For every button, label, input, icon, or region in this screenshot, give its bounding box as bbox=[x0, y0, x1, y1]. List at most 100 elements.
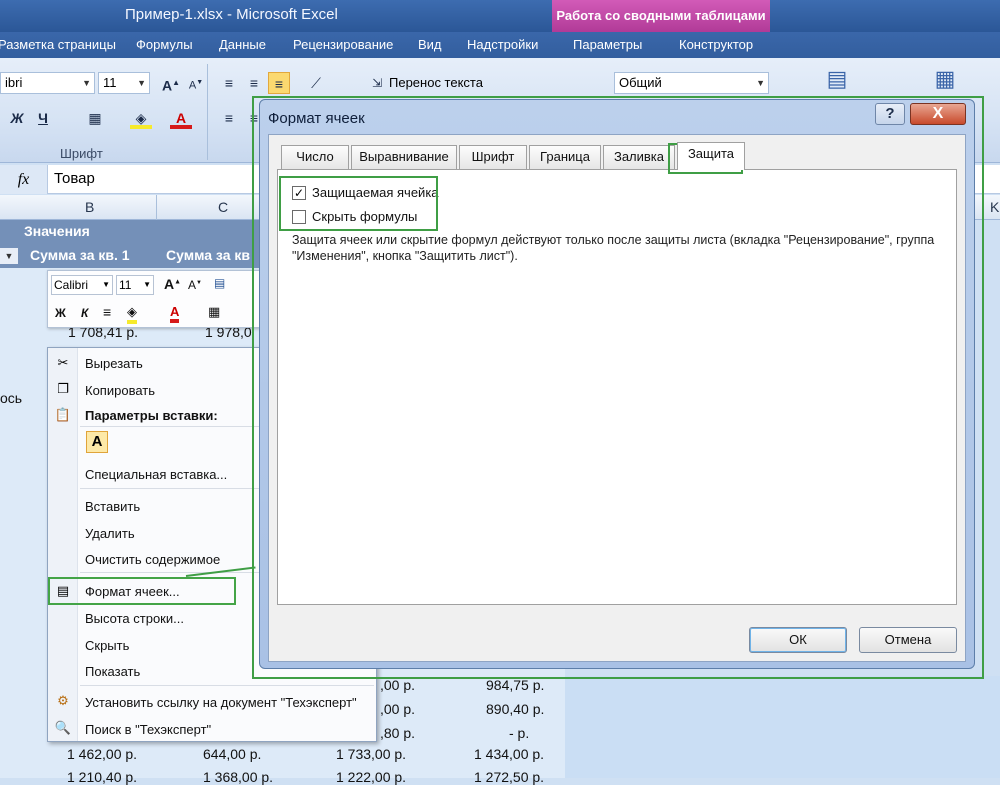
copy-icon: ❐ bbox=[57, 381, 69, 396]
cell[interactable]: ,00 р. bbox=[380, 677, 415, 693]
menu-separator bbox=[80, 685, 374, 686]
tab-design[interactable]: Конструктор bbox=[679, 37, 753, 52]
formula-input[interactable]: Товар bbox=[54, 170, 95, 187]
mini-bold-button[interactable]: Ж bbox=[55, 306, 66, 320]
chevron-down-icon: ▼ bbox=[137, 78, 146, 88]
mini-font-box[interactable]: Calibri ▼ bbox=[51, 275, 113, 295]
wrap-text-icon: ⇲ bbox=[371, 76, 383, 90]
pivot-values-label: Значения bbox=[24, 223, 90, 239]
menu-item-insert[interactable]: Вставить bbox=[85, 499, 140, 514]
pivot-header-columns: ▼ Сумма за кв. 1 Сумма за кв bbox=[0, 244, 270, 268]
cell[interactable]: 1 272,50 р. bbox=[474, 769, 544, 785]
font-name-value: ibri bbox=[5, 75, 23, 90]
grow-font-icon[interactable]: A▲ bbox=[160, 72, 182, 94]
column-header-k[interactable]: K bbox=[990, 199, 999, 215]
fill-color-icon[interactable]: ◈ bbox=[130, 107, 152, 129]
pivot-col-b-label: Сумма за кв. 1 bbox=[30, 247, 130, 263]
menu-item-row-height[interactable]: Высота строки... bbox=[85, 611, 184, 626]
font-size-box[interactable]: 11 ▼ bbox=[98, 72, 150, 94]
cell[interactable]: 1 222,00 р. bbox=[336, 769, 406, 785]
scissors-icon: ✂ bbox=[57, 355, 69, 370]
cell[interactable]: 644,00 р. bbox=[203, 746, 261, 762]
cell[interactable]: 890,40 р. bbox=[486, 701, 544, 717]
cell[interactable]: 1 434,00 р. bbox=[474, 746, 544, 762]
cell-fragment[interactable]: ось bbox=[0, 390, 22, 406]
cell[interactable]: 1 210,40 р. bbox=[67, 769, 137, 785]
pivot-header-values: Значения bbox=[0, 220, 270, 244]
mini-align-center-icon[interactable]: ≡ bbox=[103, 304, 111, 320]
column-header-b[interactable]: B bbox=[85, 199, 94, 215]
cell[interactable]: ,80 р. bbox=[380, 725, 415, 741]
font-group-label: Шрифт bbox=[60, 146, 103, 161]
mini-font-value: Calibri bbox=[54, 278, 89, 292]
tab-view[interactable]: Вид bbox=[418, 37, 442, 52]
number-format-value: Общий bbox=[619, 75, 662, 90]
align-bottom-icon[interactable]: ≡ bbox=[268, 72, 290, 94]
tab-protection[interactable]: Защита bbox=[677, 142, 745, 170]
cell[interactable]: ,00 р. bbox=[380, 701, 415, 717]
ribbon-separator bbox=[207, 64, 208, 160]
format-cells-highlight bbox=[48, 577, 236, 605]
link-icon: ⚙ bbox=[57, 693, 69, 708]
mini-shrink-font-icon[interactable]: A▼ bbox=[188, 278, 202, 292]
number-format-box[interactable]: Общий ▼ bbox=[614, 72, 769, 94]
column-divider bbox=[156, 195, 157, 220]
conditional-format-icon[interactable]: ▤ bbox=[822, 68, 852, 98]
menu-item-delete[interactable]: Удалить bbox=[85, 526, 135, 541]
checkbox-highlight bbox=[279, 176, 438, 231]
mini-borders-icon[interactable]: ▦ bbox=[208, 304, 220, 320]
paste-values-icon[interactable]: A bbox=[86, 431, 108, 453]
cell[interactable]: 984,75 р. bbox=[486, 677, 544, 693]
filter-dropdown-icon[interactable]: ▼ bbox=[0, 248, 18, 264]
tab-addins[interactable]: Надстройки bbox=[467, 37, 538, 52]
wrap-text-button[interactable]: Перенос текста bbox=[389, 75, 483, 90]
ribbon-tabs: Разметка страницы Формулы Данные Рецензи… bbox=[0, 32, 1000, 58]
title-bar: Пример-1.xlsx - Microsoft Excel Работа с… bbox=[0, 0, 1000, 32]
clipboard-icon: 📋 bbox=[54, 407, 72, 422]
font-name-box[interactable]: ibri ▼ bbox=[0, 72, 95, 94]
mini-size-box[interactable]: 11 ▼ bbox=[116, 275, 154, 295]
mini-italic-button[interactable]: К bbox=[81, 306, 88, 320]
mini-font-color-icon[interactable]: A bbox=[170, 304, 180, 323]
chevron-down-icon: ▼ bbox=[756, 78, 765, 88]
cell[interactable]: 1 733,00 р. bbox=[336, 746, 406, 762]
menu-item-set-link[interactable]: Установить ссылку на документ "Техэкспер… bbox=[85, 695, 357, 710]
menu-item-special-paste[interactable]: Специальная вставка... bbox=[85, 467, 227, 482]
mini-format-icon[interactable]: ▤ bbox=[214, 276, 225, 290]
mini-toolbar: Calibri ▼ 11 ▼ A▲ A▼ ▤ Ж К ≡ ◈ A ▦ bbox=[47, 270, 272, 328]
cell[interactable]: 1 368,00 р. bbox=[203, 769, 273, 785]
menu-item-copy[interactable]: Копировать bbox=[85, 383, 155, 398]
column-header-c[interactable]: C bbox=[218, 199, 228, 215]
pivot-context-tab-group: Работа со сводными таблицами bbox=[552, 0, 770, 32]
menu-paste-options-label: Параметры вставки: bbox=[85, 408, 218, 423]
tab-data[interactable]: Данные bbox=[219, 37, 266, 52]
format-table-icon[interactable]: ▦ bbox=[930, 68, 960, 98]
chevron-down-icon: ▼ bbox=[143, 280, 151, 289]
font-size-value: 11 bbox=[103, 75, 117, 90]
align-top-icon[interactable]: ≡ bbox=[218, 72, 240, 94]
menu-item-hide[interactable]: Скрыть bbox=[85, 638, 129, 653]
mini-fill-color-icon[interactable]: ◈ bbox=[127, 304, 137, 324]
orientation-icon[interactable]: ⟋ bbox=[305, 72, 327, 94]
font-color-icon[interactable]: A bbox=[170, 107, 192, 129]
menu-item-cut[interactable]: Вырезать bbox=[85, 356, 143, 371]
grid-area-right bbox=[565, 676, 1000, 778]
fx-icon[interactable]: fx bbox=[0, 165, 48, 194]
menu-item-clear[interactable]: Очистить содержимое bbox=[85, 552, 220, 567]
mini-grow-font-icon[interactable]: A▲ bbox=[164, 276, 181, 292]
underline-button[interactable]: Ч bbox=[32, 107, 54, 129]
tab-review[interactable]: Рецензирование bbox=[293, 37, 393, 52]
borders-icon[interactable]: ▦ bbox=[84, 107, 106, 129]
tab-options[interactable]: Параметры bbox=[573, 37, 642, 52]
menu-item-show[interactable]: Показать bbox=[85, 664, 140, 679]
cell[interactable]: 1 462,00 р. bbox=[67, 746, 137, 762]
tab-page-layout[interactable]: Разметка страницы bbox=[0, 37, 116, 52]
shrink-font-icon[interactable]: A▼ bbox=[185, 72, 207, 94]
tab-formulas[interactable]: Формулы bbox=[136, 37, 193, 52]
menu-item-search[interactable]: Поиск в "Техэксперт" bbox=[85, 722, 211, 737]
cell[interactable]: - р. bbox=[509, 725, 529, 741]
chevron-down-icon: ▼ bbox=[82, 78, 91, 88]
align-middle-icon[interactable]: ≡ bbox=[243, 72, 265, 94]
bold-button[interactable]: Ж bbox=[6, 107, 28, 129]
align-left-icon[interactable]: ≡ bbox=[218, 107, 240, 129]
